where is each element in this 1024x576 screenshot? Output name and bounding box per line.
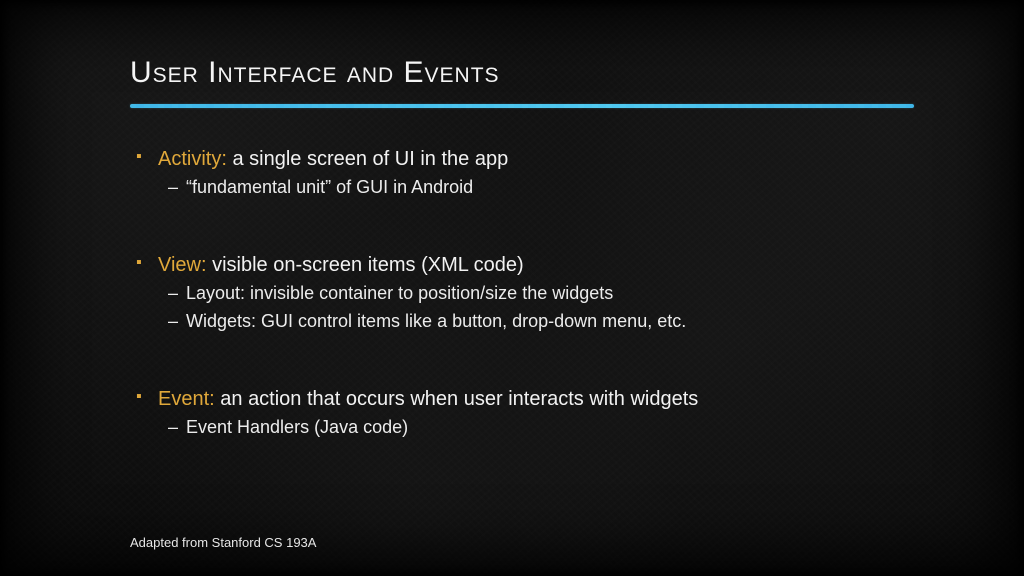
slide-footer: Adapted from Stanford CS 193A xyxy=(130,535,316,550)
bullet-sub: Event Handlers (Java code) xyxy=(130,414,914,442)
bullet-term: View: xyxy=(158,254,207,276)
bullet-headline: Event: an action that occurs when user i… xyxy=(130,384,914,414)
bullet-desc: a single screen of UI in the app xyxy=(227,148,508,170)
bullet-sub: Widgets: GUI control items like a button… xyxy=(130,308,914,336)
bullet-sub: Layout: invisible container to position/… xyxy=(130,280,914,308)
bullet-desc: visible on-screen items (XML code) xyxy=(207,254,524,276)
bullet-term: Event: xyxy=(158,388,215,410)
bullet-desc: an action that occurs when user interact… xyxy=(215,388,699,410)
bullet-event: Event: an action that occurs when user i… xyxy=(130,384,914,442)
bullet-sub: “fundamental unit” of GUI in Android xyxy=(130,174,914,202)
slide-title: User Interface and Events xyxy=(130,56,914,90)
title-underline xyxy=(130,104,914,108)
bullet-headline: View: visible on-screen items (XML code) xyxy=(130,250,914,280)
bullet-view: View: visible on-screen items (XML code)… xyxy=(130,250,914,336)
bullet-term: Activity: xyxy=(158,148,227,170)
slide: User Interface and Events Activity: a si… xyxy=(0,0,1024,576)
bullet-headline: Activity: a single screen of UI in the a… xyxy=(130,144,914,174)
bullet-activity: Activity: a single screen of UI in the a… xyxy=(130,144,914,202)
